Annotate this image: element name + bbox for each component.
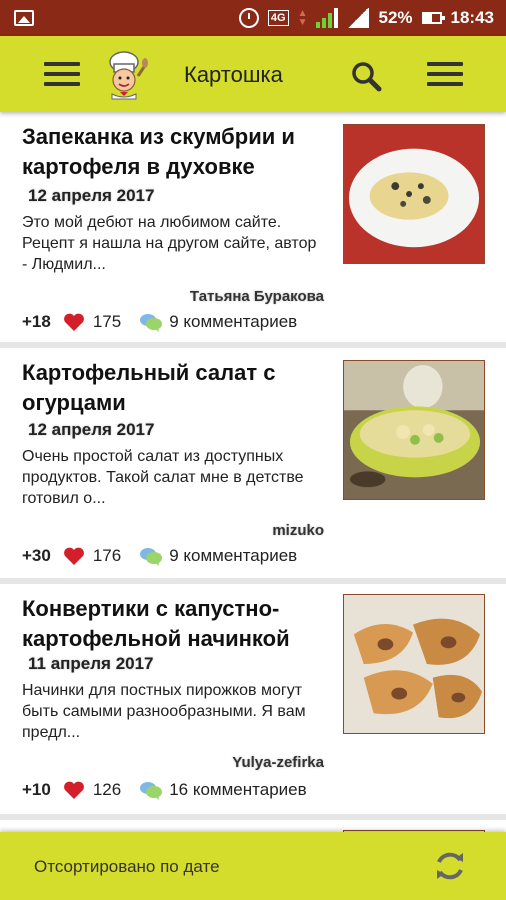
recipe-rating: +18 xyxy=(22,312,51,331)
chef-logo-icon[interactable] xyxy=(100,50,148,100)
recipe-meta: +18 175 9 комментариев xyxy=(22,311,297,333)
data-arrows-icon: ▲ ▼ xyxy=(297,8,308,28)
search-icon[interactable] xyxy=(350,60,382,92)
recipe-card[interactable]: Картофельный салат с огурцами 12 апреля … xyxy=(0,348,506,584)
status-bar: 4G ▲ ▼ 52% 18:43 xyxy=(0,0,506,36)
recipe-card[interactable]: Конвертики с капустно-картофельной начин… xyxy=(0,584,506,820)
recipe-description: Начинки для постных пирожков могут быть … xyxy=(22,682,306,741)
recipe-author[interactable]: Yulya-zefirka xyxy=(232,754,324,771)
comments-icon[interactable] xyxy=(139,546,163,566)
heart-icon[interactable] xyxy=(63,312,85,332)
recipe-likes: 176 xyxy=(92,546,122,565)
recipe-rating: +30 xyxy=(22,546,51,565)
comments-icon[interactable] xyxy=(139,780,163,800)
signal-2-icon xyxy=(347,8,370,28)
recipe-likes: 175 xyxy=(92,312,122,331)
sort-label[interactable]: Отсортировано по дате xyxy=(34,857,220,877)
recipe-rating: +10 xyxy=(22,780,51,799)
battery-percent: 52% xyxy=(378,8,413,27)
image-icon xyxy=(14,10,34,26)
bottom-bar: Отсортировано по дате xyxy=(0,832,506,900)
recipe-title[interactable]: Картофельный салат с огурцами xyxy=(22,358,332,418)
recipe-photo[interactable] xyxy=(343,594,485,734)
clock: 18:43 xyxy=(450,8,494,27)
recipe-comments[interactable]: 9 комментариев xyxy=(169,312,297,332)
menu-icon[interactable] xyxy=(44,62,80,86)
recipe-meta: +30 176 9 комментариев xyxy=(22,545,297,567)
recipe-description: Очень простой салат из доступных продукт… xyxy=(22,448,304,507)
network-4g-icon: 4G xyxy=(267,10,289,26)
recipe-card[interactable] xyxy=(0,820,506,832)
battery-icon xyxy=(421,12,445,24)
recipe-title[interactable]: Запеканка из скумбрии и картофеля в духо… xyxy=(22,122,332,182)
comments-icon[interactable] xyxy=(139,312,163,332)
heart-icon[interactable] xyxy=(63,546,85,566)
recipe-description: Это мой дебют на любимом сайте. Рецепт я… xyxy=(22,214,317,273)
recipe-author[interactable]: mizuko xyxy=(272,522,324,539)
heart-icon[interactable] xyxy=(63,780,85,800)
recipe-photo[interactable] xyxy=(343,124,485,264)
page-title: Картошка xyxy=(184,62,283,87)
alarm-icon xyxy=(238,8,259,28)
recipe-date: 12 апреля 2017 xyxy=(28,186,155,205)
recipe-likes: 126 xyxy=(92,780,122,799)
recipe-list[interactable]: Запеканка из скумбрии и картофеля в духо… xyxy=(0,112,506,832)
recipe-comments[interactable]: 9 комментариев xyxy=(169,546,297,566)
signal-icon xyxy=(316,8,339,28)
recipe-author[interactable]: Татьяна Буракова xyxy=(190,288,324,305)
refresh-icon[interactable] xyxy=(432,848,468,884)
overflow-menu-icon[interactable] xyxy=(427,62,463,86)
recipe-photo[interactable] xyxy=(343,360,485,500)
recipe-date: 12 апреля 2017 xyxy=(28,420,155,439)
recipe-title[interactable]: Конвертики с капустно-картофельной начин… xyxy=(22,594,332,654)
recipe-date: 11 апреля 2017 xyxy=(28,654,154,673)
recipe-comments[interactable]: 16 комментариев xyxy=(169,780,306,800)
recipe-card[interactable]: Запеканка из скумбрии и картофеля в духо… xyxy=(0,112,506,348)
app-bar: Картошка xyxy=(0,36,506,112)
recipe-meta: +10 126 16 комментариев xyxy=(22,779,307,801)
